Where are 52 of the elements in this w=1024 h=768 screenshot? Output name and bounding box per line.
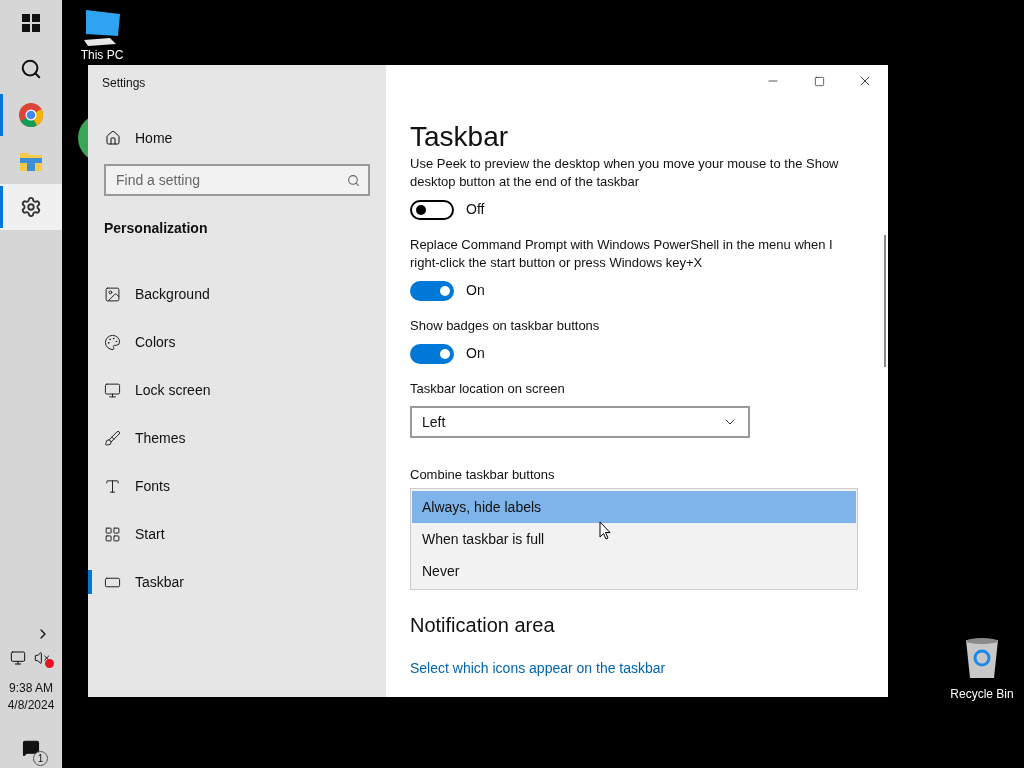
toggle-switch[interactable]: [410, 343, 454, 364]
brush-icon: [104, 429, 121, 447]
dropdown-option[interactable]: When taskbar is full: [412, 523, 856, 555]
page-title: Taskbar: [410, 120, 510, 154]
font-icon: [104, 477, 121, 495]
taskbar-button[interactable]: [0, 184, 62, 230]
home-nav-item[interactable]: Home: [105, 128, 386, 148]
location-dropdown[interactable]: Left: [410, 406, 750, 438]
settings-icon: [20, 196, 42, 218]
volume-icon[interactable]: [34, 650, 52, 666]
nav-item[interactable]: Background: [88, 270, 386, 318]
toggle-state-text: On: [466, 344, 485, 363]
screen-icon: [104, 381, 121, 399]
picture-frame-icon: [104, 285, 121, 303]
search-field[interactable]: Find a setting: [104, 164, 370, 196]
nav-item[interactable]: Taskbar: [88, 558, 386, 606]
maximize-icon: [813, 75, 825, 87]
nav-item[interactable]: Themes: [88, 414, 386, 462]
setting-label: Taskbar location on screen: [410, 380, 566, 398]
nav-item[interactable]: Fonts: [88, 462, 386, 510]
folder-icon: [19, 150, 43, 172]
settings-link[interactable]: Select which icons appear on the taskbar: [410, 658, 858, 679]
toggle-state-text: Off: [466, 200, 485, 219]
nav-item[interactable]: Start: [88, 510, 386, 558]
toggle-switch[interactable]: [410, 199, 454, 220]
toggle-state-text: On: [466, 281, 485, 300]
desktop-icon[interactable]: Recycle Bin: [946, 636, 1018, 702]
desktop-icon[interactable]: This PC: [72, 8, 132, 62]
setting-label: Combine taskbar buttons: [410, 466, 556, 484]
window-title: Settings: [102, 75, 147, 92]
search-icon: [20, 58, 42, 80]
clock-date[interactable]: 4/8/2024: [7, 697, 55, 714]
setting-label: Use Peek to preview the desktop when you move your mouse to the Show desktop button at the end of the taskbar: [410, 155, 840, 191]
setting-label: Replace Command Prompt with Windows PowerShell in the menu when I right-click the start button or press Windows key+X: [410, 236, 834, 272]
search-icon: [347, 174, 360, 187]
mouse-cursor-icon: [599, 521, 611, 540]
network-icon[interactable]: [10, 650, 26, 666]
nav-item[interactable]: Colors: [88, 318, 386, 366]
dropdown-option[interactable]: Always, hide labels: [412, 491, 856, 523]
toggle-switch[interactable]: [410, 280, 454, 301]
section-heading: Personalization: [104, 219, 209, 238]
nav-item[interactable]: Lock screen: [88, 366, 386, 414]
windows-logo-icon: [22, 14, 40, 32]
scrollbar[interactable]: [884, 235, 886, 367]
section-heading: Notification area: [410, 613, 556, 638]
tiles-icon: [104, 525, 121, 543]
setting-label: Show badges on taskbar buttons: [410, 317, 601, 335]
dropdown-option[interactable]: Never: [412, 555, 856, 587]
clock-time[interactable]: 9:38 AM: [9, 680, 53, 697]
chrome-icon: [18, 102, 44, 128]
palette-icon: [104, 333, 121, 351]
home-icon: [105, 130, 121, 146]
